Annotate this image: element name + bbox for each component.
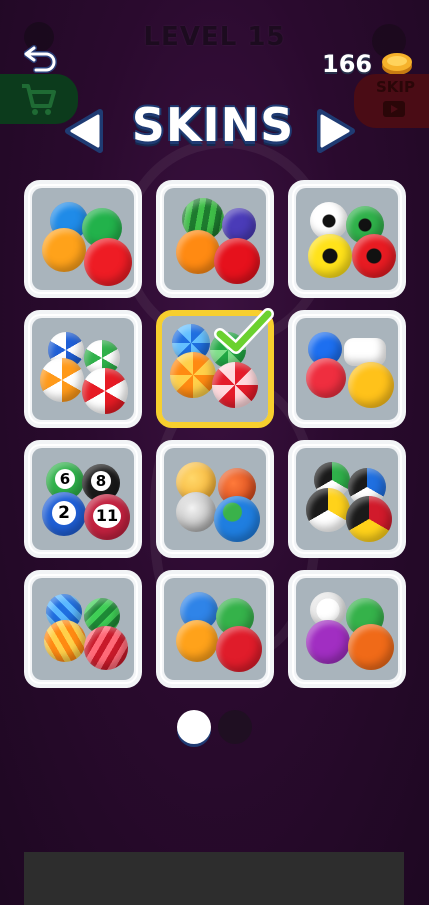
ball [306,620,350,664]
skin-card-beach-balls[interactable] [24,310,142,428]
skin-card-basic-balls[interactable] [24,180,142,298]
shop-cart-icon [22,84,56,115]
skin-preview: 6 8 2 11 [32,448,134,550]
page-title: SKINS [131,98,295,152]
checkmark-icon [214,308,274,354]
ball [82,368,128,414]
skin-card-planet-balls[interactable] [156,440,274,558]
skin-preview [32,578,134,680]
ball [176,620,218,662]
skin-card-fruit-balls[interactable] [156,180,274,298]
right-arrow-icon[interactable] [314,108,358,154]
level-label: LEVEL 15 [143,22,286,52]
skin-card-billiard-balls[interactable]: 6 8 2 11 [24,440,142,558]
ball [214,496,260,542]
page-indicator [0,708,429,748]
skin-preview [164,448,266,550]
skip-label: SKIP [376,78,416,96]
ball [216,626,262,672]
skin-preview [32,188,134,290]
left-arrow-icon[interactable] [62,108,106,154]
ball [42,228,86,272]
ball [214,238,260,284]
skin-preview [296,448,398,550]
skins-grid: 6 8 2 11 [24,180,406,688]
ball [306,488,350,532]
skin-preview [164,188,266,290]
skin-card-candy-balls[interactable] [156,308,274,428]
page-dot-active[interactable] [177,710,211,744]
skip-button[interactable]: SKIP [354,74,429,128]
skin-preview [32,318,134,420]
skin-preview [296,188,398,290]
ball [222,208,256,242]
skin-preview [296,578,398,680]
billiard-number: 8 [91,471,111,491]
skin-card-tennis-balls[interactable] [156,570,274,688]
ball [348,362,394,408]
ball [84,238,132,286]
ball [352,234,396,278]
skin-card-soccer-balls[interactable] [288,180,406,298]
billiard-number: 6 [55,469,75,489]
ball [44,620,86,662]
page-dot[interactable] [218,710,252,744]
skin-card-pattern-balls[interactable] [24,570,142,688]
ad-banner [24,852,404,905]
skin-preview [164,578,266,680]
skin-card-emoji-balls[interactable] [288,310,406,428]
ball: 11 [84,494,130,540]
ball [348,624,394,670]
ball [212,362,258,408]
skin-preview [296,318,398,420]
ball [308,234,352,278]
ball [306,358,346,398]
skin-card-volleyballs[interactable] [288,440,406,558]
ball [176,492,216,532]
ball [170,352,216,398]
billiard-number: 2 [52,501,76,525]
ball [346,496,392,542]
ball [176,230,220,274]
ball [40,358,84,402]
ball [84,626,128,670]
skip-video-icon [383,101,405,117]
ball: 2 [42,492,86,536]
undo-icon[interactable] [24,42,60,74]
skin-card-basketballs[interactable] [288,570,406,688]
coin-count: 166 [322,50,373,78]
billiard-number: 11 [93,504,121,528]
